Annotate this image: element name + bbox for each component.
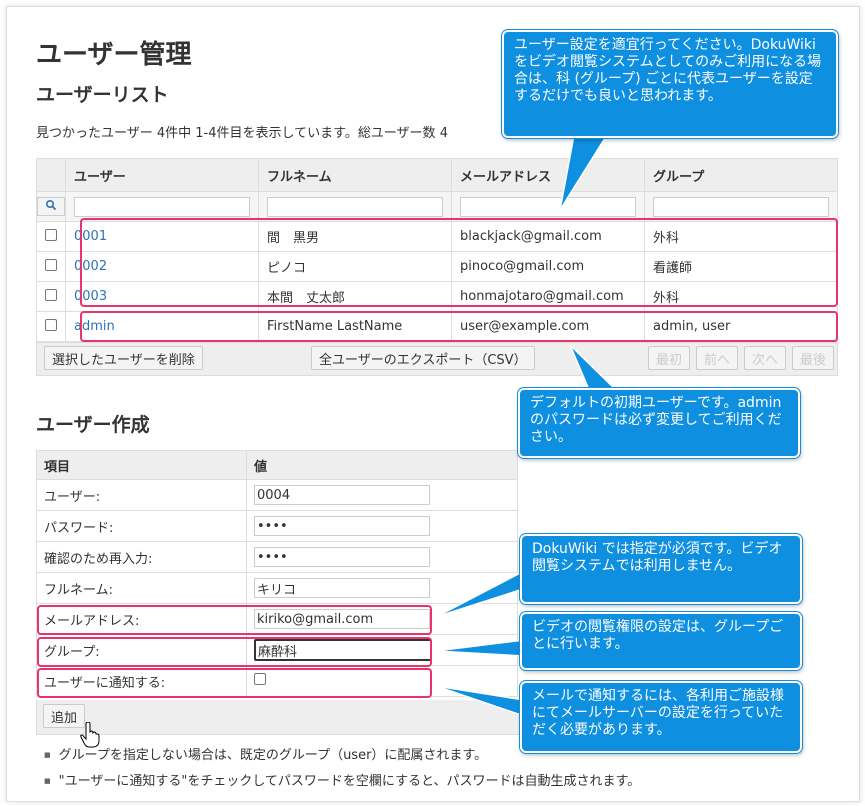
first-page-button[interactable]: 最初 <box>648 346 691 370</box>
filter-fullname-cell <box>258 191 452 222</box>
callout-notify: メールで通知するには、各利用ご施設様にてメールサーバーの設定を行っていただく必要… <box>520 681 802 753</box>
highlight-group-row <box>37 637 432 667</box>
header-user: ユーザー <box>65 158 259 192</box>
search-button[interactable] <box>37 197 65 216</box>
user-count-summary: 見つかったユーザー 4件中 1-4件目を表示しています。総ユーザー数 4 <box>36 126 448 141</box>
row-select-checkbox[interactable] <box>45 228 57 241</box>
password-label: パスワード: <box>36 510 247 542</box>
table-header-row: ユーザー フルネーム メールアドレス グループ <box>36 158 838 192</box>
last-page-button[interactable]: 最後 <box>792 346 835 370</box>
filter-email-input[interactable] <box>460 196 636 217</box>
note-item: "ユーザーに通知する"をチェックしてパスワードを空欄にすると、パスワードは自動生… <box>44 770 641 789</box>
user-label: ユーザー: <box>36 479 247 511</box>
form-row-password-confirm: 確認のため再入力: <box>36 541 518 573</box>
filter-email-cell <box>451 191 645 222</box>
search-icon <box>45 199 57 211</box>
header-fullname: フルネーム <box>258 158 452 192</box>
create-action-bar: 追加 <box>36 700 520 735</box>
callout-email: DokuWiki では指定が必須です。ビデオ閲覧システムでは利用しません。 <box>520 534 802 604</box>
add-user-button[interactable]: 追加 <box>43 704 86 728</box>
prev-page-button[interactable]: 前へ <box>696 346 739 370</box>
next-page-button[interactable]: 次へ <box>744 346 787 370</box>
fullname-input[interactable] <box>254 578 430 598</box>
filter-row <box>36 191 838 222</box>
header-item: 項目 <box>36 450 247 480</box>
header-email: メールアドレス <box>451 158 645 192</box>
highlight-notify-row <box>37 668 432 698</box>
create-user-heading: ユーザー作成 <box>36 414 150 436</box>
form-row-fullname: フルネーム: <box>36 572 518 604</box>
password-input[interactable] <box>254 516 430 536</box>
new-user-input[interactable] <box>254 485 430 505</box>
password-confirm-input[interactable] <box>254 547 430 567</box>
highlight-user-rows <box>80 218 838 307</box>
row-select-checkbox[interactable] <box>45 258 57 271</box>
highlight-email-row <box>37 605 432 635</box>
filter-group-cell <box>644 191 838 222</box>
user-list-heading: ユーザーリスト <box>36 84 169 106</box>
highlight-admin-row <box>80 311 838 342</box>
page-title: ユーザー管理 <box>36 40 192 70</box>
filter-user-cell <box>65 191 259 222</box>
form-row-password: パスワード: <box>36 510 518 542</box>
callout-admin: デフォルトの初期ユーザーです。admin のパスワードは必ず変更してご利用くださ… <box>518 388 800 458</box>
list-action-bar: 選択したユーザーを削除 全ユーザーのエクスポート（CSV） 最初 前へ 次へ 最… <box>36 342 838 376</box>
fullname-label: フルネーム: <box>36 572 247 604</box>
header-value: 値 <box>246 450 518 480</box>
export-csv-button[interactable]: 全ユーザーのエクスポート（CSV） <box>311 346 535 370</box>
filter-fullname-input[interactable] <box>267 196 443 217</box>
callout-group: ビデオの閲覧権限の設定は、グループごとに行います。 <box>520 612 802 670</box>
filter-group-input[interactable] <box>653 196 829 217</box>
callout-users: ユーザー設定を適宜行ってください。DokuWiki をビデオ閲覧システムとしての… <box>502 30 838 138</box>
row-select-checkbox[interactable] <box>45 318 57 331</box>
row-select-checkbox[interactable] <box>45 288 57 301</box>
header-select <box>36 158 66 192</box>
password-confirm-label: 確認のため再入力: <box>36 541 247 573</box>
header-group: グループ <box>644 158 838 192</box>
delete-selected-button[interactable]: 選択したユーザーを削除 <box>44 346 203 370</box>
filter-search-cell <box>36 191 66 222</box>
filter-user-input[interactable] <box>74 196 250 217</box>
form-row-user: ユーザー: <box>36 479 518 511</box>
